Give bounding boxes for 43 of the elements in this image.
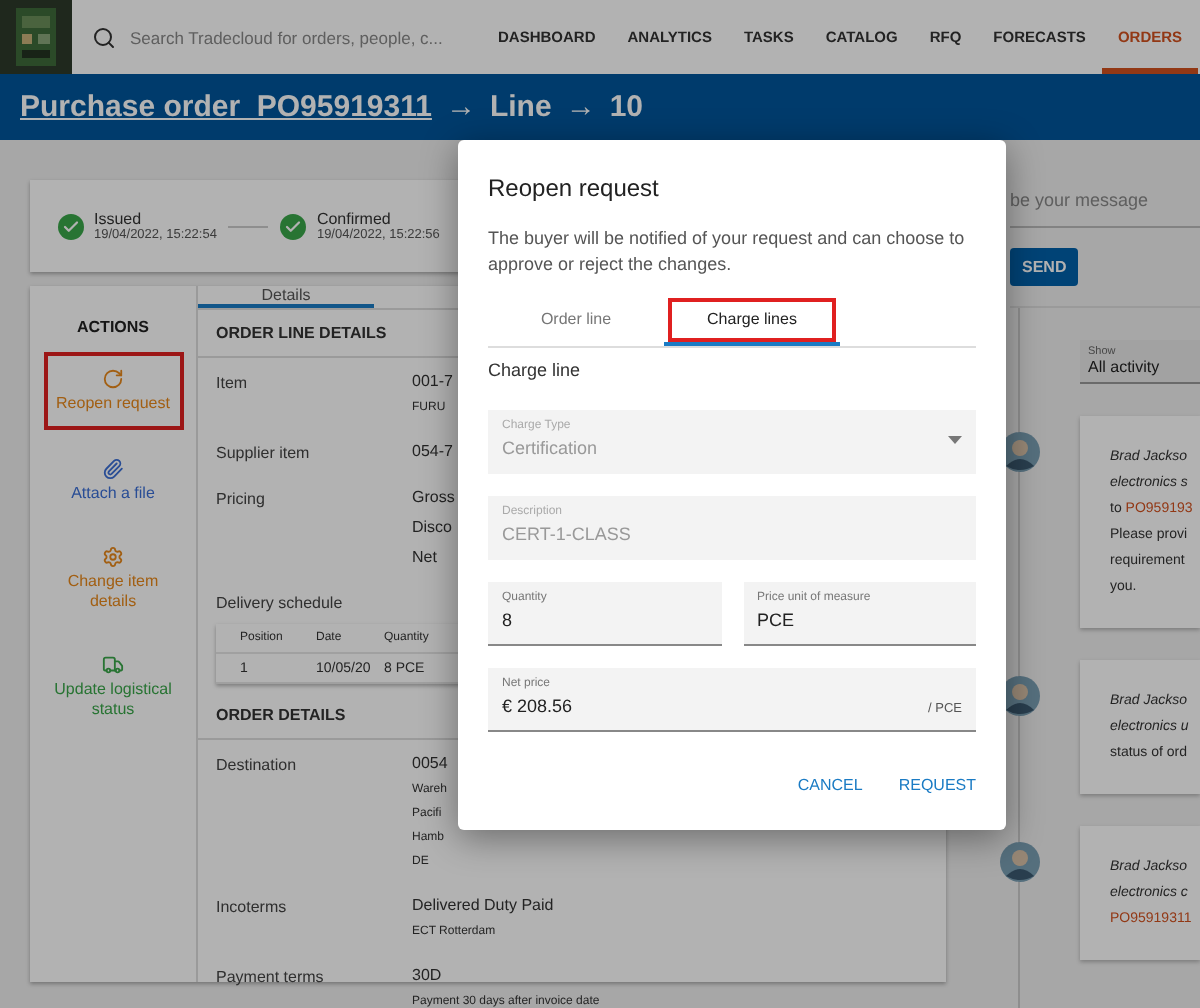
dialog-button[interactable]: CANCEL xyxy=(797,776,863,794)
field-value: 0054 xyxy=(412,752,448,776)
field-label: Destination xyxy=(216,754,299,778)
field-value: 054-7 xyxy=(412,440,453,464)
field-value: Delivered Duty Paid xyxy=(412,894,554,918)
step-label: Confirmed xyxy=(316,210,393,228)
field-value: 30D xyxy=(412,964,444,988)
select-value: All activity xyxy=(1088,358,1162,376)
message-field[interactable]: be your message xyxy=(1010,174,1200,228)
field-value: Disco xyxy=(412,516,455,540)
dialog-text: The buyer will be notified of your request and can choose to approve or reject the changes. xyxy=(488,226,967,278)
field-value: 001-7 xyxy=(412,370,453,394)
details-tab[interactable]: Details xyxy=(198,286,374,308)
field-label: Supplier item xyxy=(216,442,312,464)
actions-title: ACTIONS xyxy=(77,318,149,336)
step-label: Issued xyxy=(94,210,144,228)
field-value: Gross xyxy=(412,486,455,510)
breadcrumb-text: Line xyxy=(489,90,552,124)
send-button[interactable]: SEND xyxy=(1010,248,1079,286)
refresh-icon xyxy=(102,368,124,390)
action-button[interactable]: Update logistical status xyxy=(43,638,183,736)
dialog-title: Reopen request xyxy=(488,174,661,202)
gear-icon xyxy=(102,546,124,569)
search-field[interactable]: Search Tradecloud for orders, people, c... xyxy=(130,27,470,47)
avatar xyxy=(1000,842,1040,882)
search-icon[interactable] xyxy=(92,25,116,49)
breadcrumb-text: → xyxy=(445,90,476,124)
field-label: Payment terms xyxy=(216,966,326,990)
breadcrumb-text: 10 xyxy=(609,90,643,124)
field-label: Item xyxy=(216,372,250,396)
breadcrumb-text: → xyxy=(565,90,596,124)
field-label: Delivery schedule xyxy=(216,592,345,612)
order-link[interactable]: Purchase order PO95919311 xyxy=(20,90,432,124)
field-value: Net xyxy=(412,546,439,570)
dialog-button[interactable]: REQUEST xyxy=(898,776,976,794)
dialog-tab[interactable]: Charge lines xyxy=(664,294,840,346)
action-button[interactable]: Attach a file xyxy=(43,441,183,519)
field-label: Incoterms xyxy=(216,896,289,920)
field-label: Pricing xyxy=(216,488,267,512)
caret-icon xyxy=(948,436,962,444)
paperclip-icon xyxy=(102,457,124,480)
section-title: Charge line xyxy=(488,360,583,380)
truck-icon xyxy=(102,654,124,677)
